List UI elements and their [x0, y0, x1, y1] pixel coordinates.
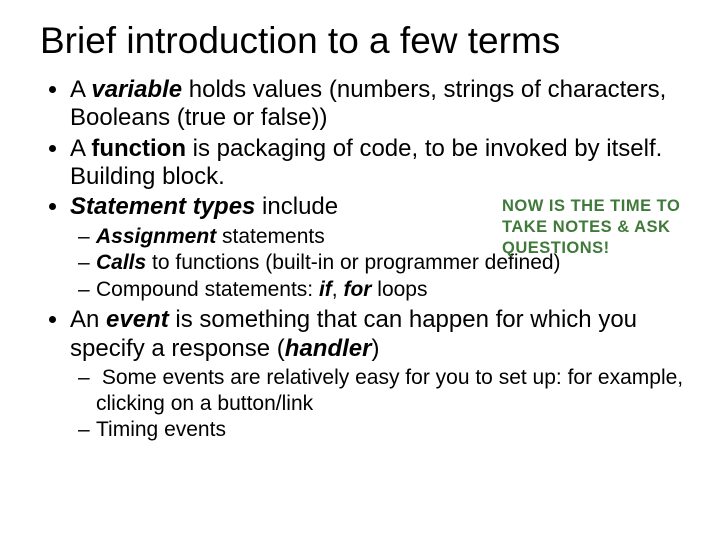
term-event: event — [106, 306, 169, 333]
term-function: function — [91, 135, 186, 162]
text: A — [70, 135, 91, 162]
bullet-list: A variable holds values (numbers, string… — [30, 76, 690, 443]
text: statements — [216, 225, 325, 248]
bullet-variable: A variable holds values (numbers, string… — [70, 76, 690, 133]
callout-note: NOW IS THE TIME TO TAKE NOTES & ASK QUES… — [502, 196, 682, 259]
slide: Brief introduction to a few terms A vari… — [0, 0, 720, 467]
sub-compound: Compound statements: if, for loops — [96, 277, 690, 303]
term-handler: handler — [285, 335, 372, 362]
slide-title: Brief introduction to a few terms — [40, 20, 690, 62]
text: include — [255, 193, 338, 220]
text: Timing events — [96, 418, 226, 441]
bullet-event: An event is something that can happen fo… — [70, 306, 690, 442]
text: Compound statements: — [96, 278, 319, 301]
sub-timing-events: Timing events — [96, 417, 690, 443]
text: A — [70, 76, 91, 103]
term-assignment: Assignment — [96, 225, 216, 248]
text: to functions (built-in or programmer def… — [146, 251, 560, 274]
term-statement-types: Statement types — [70, 193, 255, 220]
term-for: for — [343, 278, 371, 301]
bullet-function: A function is packaging of code, to be i… — [70, 135, 690, 192]
term-if: if — [319, 278, 332, 301]
text: ) — [371, 335, 379, 362]
text: loops — [371, 278, 427, 301]
term-variable: variable — [91, 76, 182, 103]
term-calls: Calls — [96, 251, 146, 274]
sub-list-events: Some events are relatively easy for you … — [70, 365, 690, 443]
sub-some-events: Some events are relatively easy for you … — [96, 365, 690, 416]
text: Some events are relatively easy for you … — [96, 366, 683, 415]
text: An — [70, 306, 106, 333]
text: , — [332, 278, 344, 301]
